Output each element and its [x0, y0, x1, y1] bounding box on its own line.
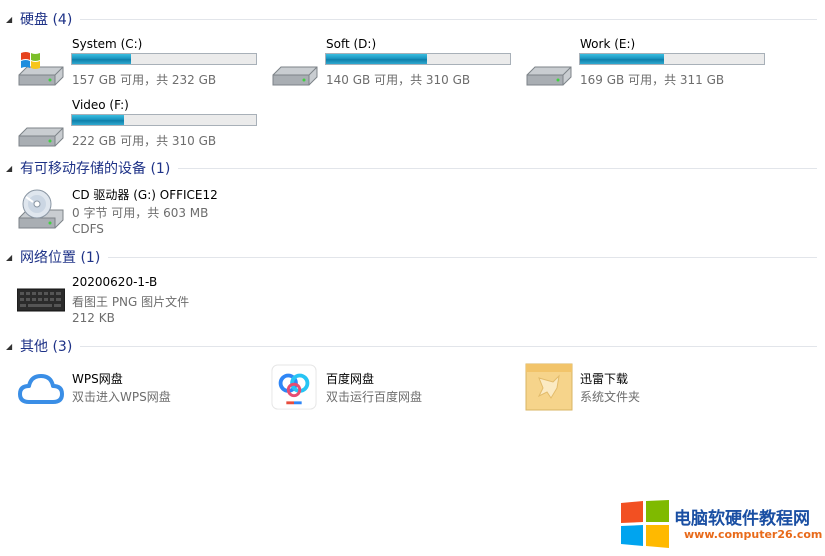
- network-file-name: 20200620-1-B: [72, 275, 158, 289]
- watermark-title: 电脑软硬件教程网: [674, 509, 810, 529]
- cd-drive-item[interactable]: CD 驱动器 (G:) OFFICE12 0 字节 可用，共 603 MB CD…: [17, 186, 267, 242]
- drive-usage-bar: [71, 53, 257, 65]
- collapse-triangle-icon[interactable]: ◢: [6, 15, 20, 24]
- collapse-triangle-icon[interactable]: ◢: [6, 342, 20, 351]
- drive-usage-fill: [72, 115, 125, 125]
- watermark-url: www.computer26.com: [684, 528, 823, 541]
- drive-name: Work (E:): [580, 37, 636, 51]
- drive-space-text: 157 GB 可用，共 232 GB: [72, 73, 217, 87]
- drive-usage-fill: [72, 54, 132, 64]
- group-header-network[interactable]: ◢ 网络位置 (1): [6, 247, 817, 267]
- drive-item-c[interactable]: System (C:) 157 GB 可用，共 232 GB: [17, 37, 262, 93]
- collapse-triangle-icon[interactable]: ◢: [6, 164, 20, 173]
- group-title: 网络位置 (1): [20, 250, 101, 266]
- drive-item-f[interactable]: Video (F:) 222 GB 可用，共 310 GB: [17, 98, 262, 154]
- drive-item-d[interactable]: Soft (D:) 140 GB 可用，共 310 GB: [271, 37, 516, 93]
- drive-usage-fill: [326, 54, 427, 64]
- xunlei-download-name: 迅雷下载: [580, 372, 629, 386]
- drive-item-e[interactable]: Work (E:) 169 GB 可用，共 311 GB: [525, 37, 770, 93]
- drive-name: System (C:): [72, 37, 143, 51]
- wps-cloud-desc: 双击进入WPS网盘: [72, 390, 171, 404]
- folder-bird-icon: [525, 363, 573, 411]
- drive-space-text: 169 GB 可用，共 311 GB: [580, 73, 725, 87]
- drive-usage-bar: [325, 53, 511, 65]
- drive-name: Soft (D:): [326, 37, 377, 51]
- group-title: 硬盘 (4): [20, 12, 73, 28]
- network-file-type: 看图王 PNG 图片文件: [72, 295, 190, 309]
- baidu-netdisk-icon: [271, 364, 317, 410]
- image-file-icon: [17, 288, 65, 312]
- divider: [108, 256, 817, 258]
- cd-drive-space: 0 字节 可用，共 603 MB: [72, 206, 209, 220]
- divider: [178, 167, 817, 169]
- watermark-logo: 电脑软硬件教程网 www.computer26.com: [620, 498, 823, 550]
- drive-usage-bar: [71, 114, 257, 126]
- drive-usage-bar: [579, 53, 765, 65]
- windows-drive-icon: [18, 52, 64, 86]
- network-item[interactable]: 20200620-1-B 看图王 PNG 图片文件 212 KB: [17, 275, 267, 331]
- xunlei-download-desc: 系统文件夹: [580, 390, 641, 404]
- cd-drive-filesystem: CDFS: [72, 222, 104, 236]
- divider: [80, 18, 817, 20]
- drive-space-text: 222 GB 可用，共 310 GB: [72, 134, 217, 148]
- cd-drive-name: CD 驱动器 (G:) OFFICE12: [72, 188, 218, 202]
- windows-logo-icon: [621, 500, 669, 548]
- baidu-netdisk-name: 百度网盘: [326, 372, 375, 386]
- cloud-icon: [18, 374, 64, 404]
- group-title: 其他 (3): [20, 339, 73, 355]
- group-header-removable[interactable]: ◢ 有可移动存储的设备 (1): [6, 158, 817, 178]
- divider: [80, 345, 817, 347]
- group-title: 有可移动存储的设备 (1): [20, 161, 171, 177]
- xunlei-download-item[interactable]: 迅雷下载 系统文件夹: [525, 362, 745, 418]
- drive-usage-fill: [580, 54, 665, 64]
- hard-drive-icon: [18, 127, 64, 147]
- network-file-size: 212 KB: [72, 311, 115, 325]
- hard-drive-icon: [272, 66, 318, 86]
- drive-space-text: 140 GB 可用，共 310 GB: [326, 73, 471, 87]
- group-header-other[interactable]: ◢ 其他 (3): [6, 336, 817, 356]
- group-header-hard-disks[interactable]: ◢ 硬盘 (4): [6, 9, 817, 29]
- drive-name: Video (F:): [72, 98, 129, 112]
- wps-cloud-name: WPS网盘: [72, 372, 123, 386]
- hard-drive-icon: [526, 66, 572, 86]
- baidu-netdisk-item[interactable]: 百度网盘 双击运行百度网盘: [271, 364, 491, 420]
- wps-cloud-item[interactable]: WPS网盘 双击进入WPS网盘: [17, 370, 237, 426]
- baidu-netdisk-desc: 双击运行百度网盘: [326, 390, 423, 404]
- collapse-triangle-icon[interactable]: ◢: [6, 253, 20, 262]
- cd-drive-icon: [18, 189, 64, 229]
